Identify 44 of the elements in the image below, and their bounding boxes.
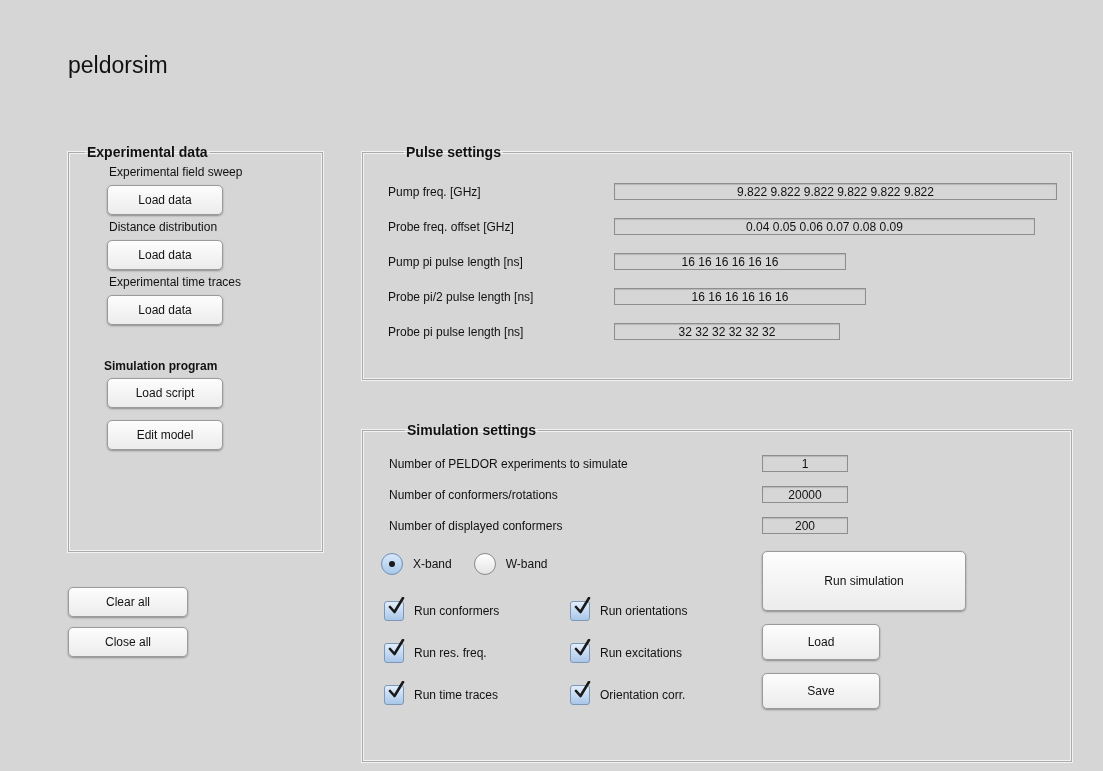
input-field[interactable]: 16 16 16 16 16 16 <box>614 288 866 305</box>
input-field[interactable]: 0.04 0.05 0.06 0.07 0.08 0.09 <box>614 218 1035 235</box>
field-label: Number of displayed conformers <box>389 518 564 533</box>
field-label: Pump freq. [GHz] <box>388 184 482 199</box>
radio-label: X-band <box>413 557 452 571</box>
section-heading: Simulation program <box>104 359 218 373</box>
save-button[interactable]: Save <box>762 673 880 709</box>
load-data-button[interactable]: Load data <box>107 295 223 325</box>
checkbox-label: Run res. freq. <box>414 646 487 660</box>
field-label: Probe pi pulse length [ns] <box>388 324 525 339</box>
input-field[interactable]: 16 16 16 16 16 16 <box>614 253 846 270</box>
panel-title: Pulse settings <box>405 144 502 160</box>
clear-all-button[interactable]: Clear all <box>68 587 188 617</box>
edit-model-button[interactable]: Edit model <box>107 420 223 450</box>
load-script-button[interactable]: Load script <box>107 378 223 408</box>
load-data-button[interactable]: Load data <box>107 240 223 270</box>
checkbox-label: Orientation corr. <box>600 688 686 702</box>
panel-title: Simulation settings <box>406 422 538 438</box>
panel-title: Experimental data <box>86 144 209 160</box>
input-field[interactable]: 32 32 32 32 32 32 <box>614 323 840 340</box>
checkbox-label: Run time traces <box>414 688 499 702</box>
field-label: Number of PELDOR experiments to simulate <box>389 456 629 471</box>
field-label: Probe pi/2 pulse length [ns] <box>388 289 535 304</box>
input-field[interactable]: 200 <box>762 517 848 534</box>
radio-button[interactable] <box>381 553 403 575</box>
load-button[interactable]: Load <box>762 624 880 660</box>
input-field[interactable]: 1 <box>762 455 848 472</box>
load-data-button[interactable]: Load data <box>107 185 223 215</box>
field-label: Pump pi pulse length [ns] <box>388 254 524 269</box>
checkbox-label: Run conformers <box>414 604 500 618</box>
input-field[interactable]: 20000 <box>762 486 848 503</box>
input-field[interactable]: 9.822 9.822 9.822 9.822 9.822 9.822 <box>614 183 1057 200</box>
section-label: Experimental field sweep <box>109 164 243 180</box>
section-label: Distance distribution <box>109 219 218 235</box>
run-simulation-button[interactable]: Run simulation <box>762 551 966 611</box>
radio-button[interactable] <box>473 553 496 575</box>
checkbox-label: Run orientations <box>600 604 688 618</box>
app-title: peldorsim <box>68 52 169 80</box>
checkbox-label: Run excitations <box>600 646 683 660</box>
field-label: Number of conformers/rotations <box>389 487 559 502</box>
field-label: Probe freq. offset [GHz] <box>388 219 515 234</box>
close-all-button[interactable]: Close all <box>68 627 188 657</box>
radio-label: W-band <box>505 557 548 571</box>
section-label: Experimental time traces <box>109 274 242 290</box>
